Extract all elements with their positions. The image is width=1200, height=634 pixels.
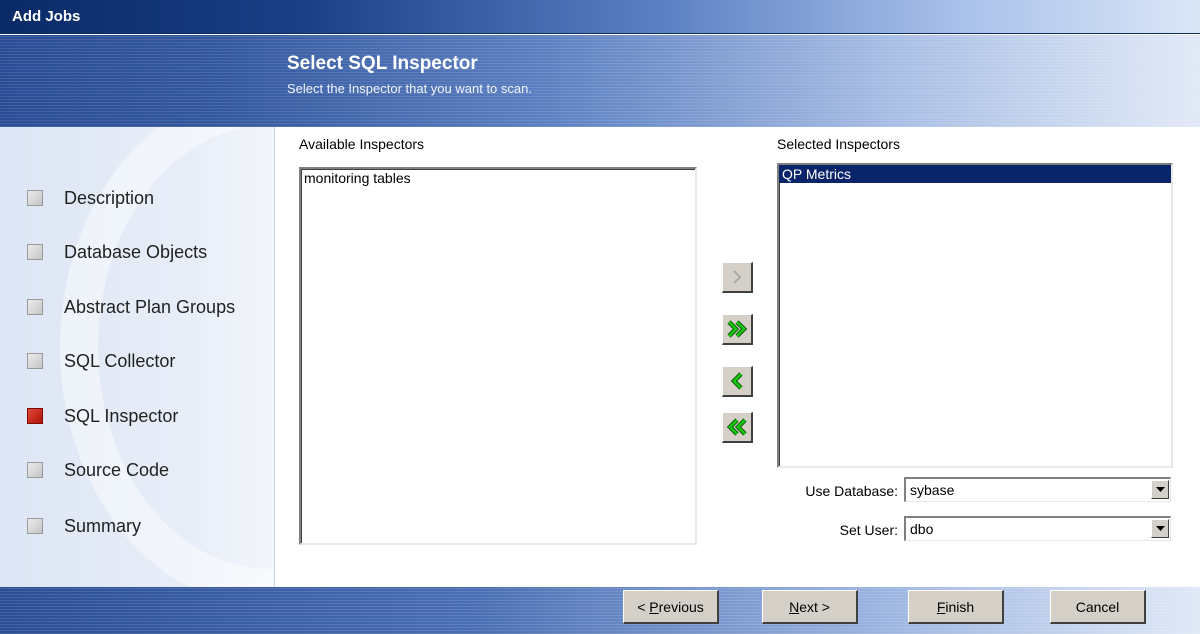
list-item[interactable]: monitoring tables — [301, 169, 695, 187]
use-database-label: Use Database: — [805, 483, 898, 499]
dropdown-arrow-icon[interactable] — [1151, 480, 1169, 499]
chevron-right-icon — [733, 270, 742, 284]
finish-button[interactable]: Finish — [908, 590, 1004, 624]
set-user-label: Set User: — [839, 522, 898, 538]
window-title: Add Jobs — [12, 8, 81, 25]
step-sql-collector: SQL Collector — [27, 348, 175, 374]
use-database-select[interactable]: sybase — [904, 477, 1171, 502]
step-summary: Summary — [27, 513, 141, 539]
step-label: Description — [64, 187, 155, 208]
step-status-icon — [27, 190, 43, 206]
wizard-steps-panel: Description Database Objects Abstract Pl… — [0, 127, 275, 587]
set-user-select[interactable]: dbo — [904, 516, 1171, 541]
step-label: Abstract Plan Groups — [64, 296, 236, 317]
step-label: SQL Inspector — [64, 405, 179, 426]
step-active-icon — [27, 408, 43, 424]
next-button[interactable]: Next > — [762, 590, 858, 624]
double-chevron-left-icon — [726, 418, 747, 436]
step-label: Database Objects — [64, 241, 208, 262]
cancel-button[interactable]: Cancel — [1050, 590, 1146, 624]
step-source-code: Source Code — [27, 457, 169, 483]
page-subtitle: Select the Inspector that you want to sc… — [287, 81, 532, 96]
add-all-button[interactable] — [722, 314, 753, 345]
selected-inspectors-label: Selected Inspectors — [777, 136, 900, 152]
step-abstract-plan-groups: Abstract Plan Groups — [27, 294, 235, 320]
add-selected-button[interactable] — [722, 262, 753, 293]
wizard-footer — [0, 587, 1200, 634]
step-database-objects: Database Objects — [27, 239, 207, 265]
page-title: Select SQL Inspector — [287, 53, 478, 74]
step-status-icon — [27, 353, 43, 369]
remove-all-button[interactable] — [722, 412, 753, 443]
step-status-icon — [27, 244, 43, 260]
step-label: Source Code — [64, 459, 170, 480]
selected-inspectors-list[interactable]: QP Metrics — [777, 163, 1173, 468]
step-description: Description — [27, 185, 154, 211]
chevron-left-icon — [730, 372, 743, 390]
step-label: SQL Collector — [64, 350, 176, 371]
step-sql-inspector: SQL Inspector — [27, 403, 178, 429]
step-status-icon — [27, 518, 43, 534]
window-title-bar[interactable]: Add Jobs — [0, 0, 1200, 34]
list-item-selected[interactable]: QP Metrics — [779, 165, 1171, 183]
step-label: Summary — [64, 515, 142, 536]
set-user-value: dbo — [910, 521, 934, 537]
available-inspectors-label: Available Inspectors — [299, 136, 425, 152]
previous-button[interactable]: < Previous — [623, 590, 719, 624]
step-status-icon — [27, 299, 43, 315]
step-status-icon — [27, 462, 43, 478]
dropdown-arrow-icon[interactable] — [1151, 519, 1169, 538]
remove-selected-button[interactable] — [722, 366, 753, 397]
use-database-value: sybase — [910, 482, 955, 498]
available-inspectors-list[interactable]: monitoring tables — [299, 167, 697, 545]
double-chevron-right-icon — [727, 320, 748, 338]
wizard-header: Select SQL Inspector Select the Inspecto… — [0, 35, 1200, 127]
